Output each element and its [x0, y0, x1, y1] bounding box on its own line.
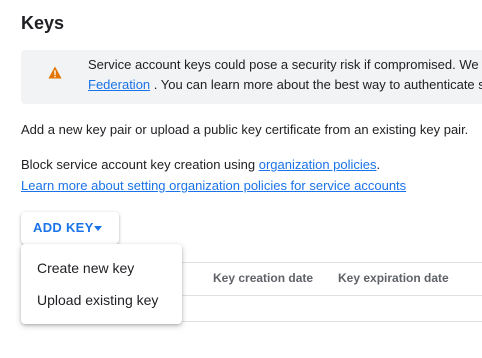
warning-text-line-1: Service account keys could pose a securi… [88, 57, 479, 72]
learn-more-org-policies-link[interactable]: Learn more about setting organization po… [21, 178, 406, 193]
column-header-key-creation-date[interactable]: Key creation date [213, 271, 313, 285]
organization-policies-link[interactable]: organization policies [259, 157, 377, 172]
federation-link[interactable]: Federation [88, 77, 150, 92]
add-key-button[interactable]: ADD KEY [21, 212, 119, 244]
menu-item-label: Upload existing key [37, 292, 159, 308]
column-header-key-expiration-date[interactable]: Key expiration date [338, 271, 449, 285]
block-key-creation-text: Block service account key creation using… [21, 156, 380, 174]
warning-icon [48, 66, 62, 79]
warning-text-rest: . You can learn more about the best way … [150, 77, 482, 92]
caret-down-icon [94, 226, 102, 231]
page-title: Keys [21, 13, 65, 33]
security-warning-banner: Service account keys could pose a securi… [21, 50, 482, 104]
learn-more-container: Learn more about setting organization po… [21, 177, 406, 195]
warning-text-line-2: Federation . You can learn more about th… [88, 76, 482, 94]
add-key-menu: Create new key Upload existing key [21, 244, 182, 324]
block-text: Block service account key creation using [21, 157, 259, 172]
keys-page: Keys Service account keys could pose a s… [0, 0, 482, 358]
menu-item-label: Create new key [37, 260, 135, 276]
block-period: . [376, 157, 381, 172]
intro-text: Add a new key pair or upload a public ke… [21, 122, 469, 137]
menu-item-upload-existing-key[interactable]: Upload existing key [21, 284, 182, 316]
menu-item-create-new-key[interactable]: Create new key [21, 252, 182, 284]
add-key-label: ADD KEY [33, 220, 94, 235]
